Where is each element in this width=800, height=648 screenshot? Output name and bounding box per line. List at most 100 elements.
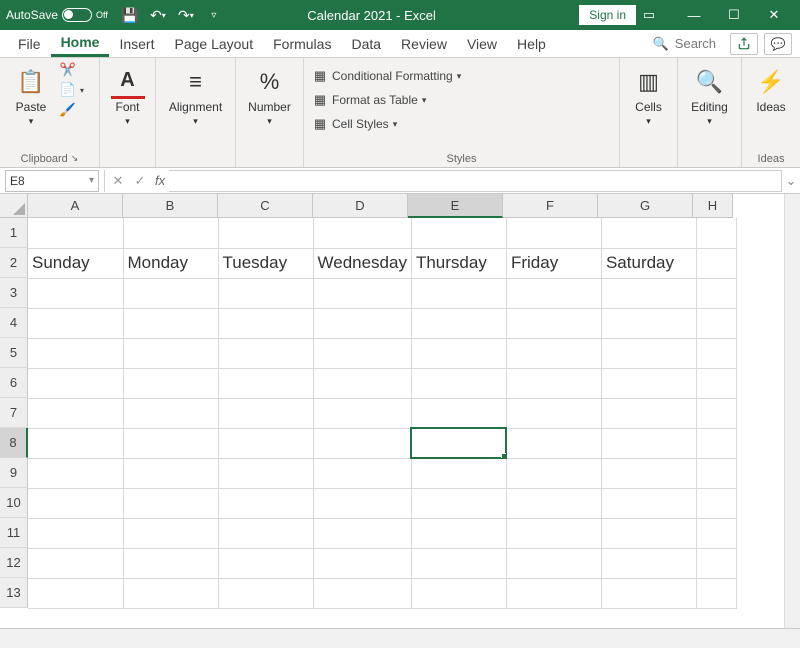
autosave-toggle[interactable]: AutoSave Off xyxy=(6,8,108,22)
cell[interactable] xyxy=(601,338,696,368)
cell[interactable] xyxy=(506,308,601,338)
cell[interactable] xyxy=(696,368,736,398)
cell[interactable] xyxy=(28,368,123,398)
cell[interactable] xyxy=(28,398,123,428)
tab-view[interactable]: View xyxy=(457,32,507,56)
row-header[interactable]: 5 xyxy=(0,338,28,368)
comments-button[interactable]: 💬 xyxy=(764,33,792,55)
column-header[interactable]: B xyxy=(123,194,218,218)
cell[interactable] xyxy=(506,278,601,308)
number-dropdown[interactable]: % Number▾ xyxy=(242,62,297,130)
name-box[interactable]: E8 ▾ xyxy=(5,170,99,192)
signin-button[interactable]: Sign in xyxy=(579,5,636,25)
ideas-button[interactable]: ⚡ Ideas xyxy=(748,62,794,117)
cell[interactable] xyxy=(601,398,696,428)
row-header[interactable]: 10 xyxy=(0,488,28,518)
cell[interactable] xyxy=(123,398,218,428)
cell[interactable] xyxy=(411,518,506,548)
cell[interactable] xyxy=(506,488,601,518)
dialog-launcher-icon[interactable]: ↘ xyxy=(71,153,79,164)
format-as-table-button[interactable]: ▦Format as Table ▾ xyxy=(312,92,461,108)
cell[interactable] xyxy=(313,218,411,248)
cell[interactable] xyxy=(313,578,411,608)
cell[interactable] xyxy=(601,278,696,308)
redo-icon[interactable]: ↷▾ xyxy=(176,5,196,25)
column-header[interactable]: C xyxy=(218,194,313,218)
row-header[interactable]: 7 xyxy=(0,398,28,428)
cancel-formula-button[interactable]: ✕ xyxy=(107,170,129,192)
row-header[interactable]: 9 xyxy=(0,458,28,488)
row-header[interactable]: 6 xyxy=(0,368,28,398)
cell[interactable] xyxy=(601,578,696,608)
column-header[interactable]: E xyxy=(408,194,503,218)
cell[interactable] xyxy=(123,428,218,458)
cell[interactable] xyxy=(411,578,506,608)
tab-review[interactable]: Review xyxy=(391,32,457,56)
row-header[interactable]: 13 xyxy=(0,578,28,608)
cell[interactable] xyxy=(28,488,123,518)
cell[interactable]: Thursday xyxy=(411,248,506,278)
cell[interactable] xyxy=(218,278,313,308)
cell[interactable] xyxy=(601,218,696,248)
row-header[interactable]: 4 xyxy=(0,308,28,338)
tab-insert[interactable]: Insert xyxy=(109,32,164,56)
cell[interactable]: Saturday xyxy=(601,248,696,278)
cell[interactable] xyxy=(218,338,313,368)
cell[interactable] xyxy=(313,428,411,458)
cell[interactable] xyxy=(411,338,506,368)
cell[interactable] xyxy=(506,218,601,248)
cell[interactable] xyxy=(411,368,506,398)
cell[interactable] xyxy=(313,308,411,338)
cell[interactable] xyxy=(411,488,506,518)
cell[interactable] xyxy=(696,518,736,548)
undo-icon[interactable]: ↶▾ xyxy=(148,5,168,25)
font-dropdown[interactable]: A Font▾ xyxy=(105,62,151,130)
cell[interactable] xyxy=(696,488,736,518)
cell[interactable] xyxy=(313,518,411,548)
cell[interactable] xyxy=(696,308,736,338)
column-header[interactable]: G xyxy=(598,194,693,218)
cell[interactable] xyxy=(506,548,601,578)
cell[interactable] xyxy=(506,518,601,548)
column-header[interactable]: F xyxy=(503,194,598,218)
cell[interactable] xyxy=(506,578,601,608)
cell[interactable] xyxy=(601,548,696,578)
cell[interactable] xyxy=(696,218,736,248)
row-header[interactable]: 11 xyxy=(0,518,28,548)
column-header[interactable]: D xyxy=(313,194,408,218)
row-header[interactable]: 2 xyxy=(0,248,28,278)
cell[interactable]: Tuesday xyxy=(218,248,313,278)
cell[interactable] xyxy=(218,488,313,518)
cell[interactable] xyxy=(218,218,313,248)
cell[interactable] xyxy=(313,398,411,428)
cell[interactable] xyxy=(696,428,736,458)
cell[interactable] xyxy=(601,488,696,518)
cell[interactable] xyxy=(696,548,736,578)
cell[interactable] xyxy=(696,398,736,428)
cell[interactable] xyxy=(28,338,123,368)
cell[interactable] xyxy=(218,458,313,488)
cell[interactable] xyxy=(411,278,506,308)
cell[interactable] xyxy=(123,458,218,488)
cell[interactable] xyxy=(411,428,506,458)
cell[interactable] xyxy=(696,278,736,308)
tab-help[interactable]: Help xyxy=(507,32,556,56)
cells-dropdown[interactable]: ▥ Cells▾ xyxy=(626,62,672,130)
cell[interactable] xyxy=(411,548,506,578)
cell[interactable] xyxy=(123,308,218,338)
cell[interactable] xyxy=(696,458,736,488)
cell[interactable] xyxy=(696,578,736,608)
cell[interactable] xyxy=(313,488,411,518)
share-button[interactable] xyxy=(730,33,758,55)
cell[interactable] xyxy=(506,398,601,428)
cell[interactable]: Monday xyxy=(123,248,218,278)
cell[interactable] xyxy=(218,368,313,398)
cell[interactable] xyxy=(218,578,313,608)
select-all-button[interactable] xyxy=(0,194,28,218)
cell[interactable] xyxy=(28,458,123,488)
save-icon[interactable]: 💾 xyxy=(120,5,140,25)
cell[interactable]: Friday xyxy=(506,248,601,278)
fx-icon[interactable]: fx xyxy=(155,173,165,188)
maximize-button[interactable]: ☐ xyxy=(714,0,754,30)
cell[interactable] xyxy=(601,428,696,458)
